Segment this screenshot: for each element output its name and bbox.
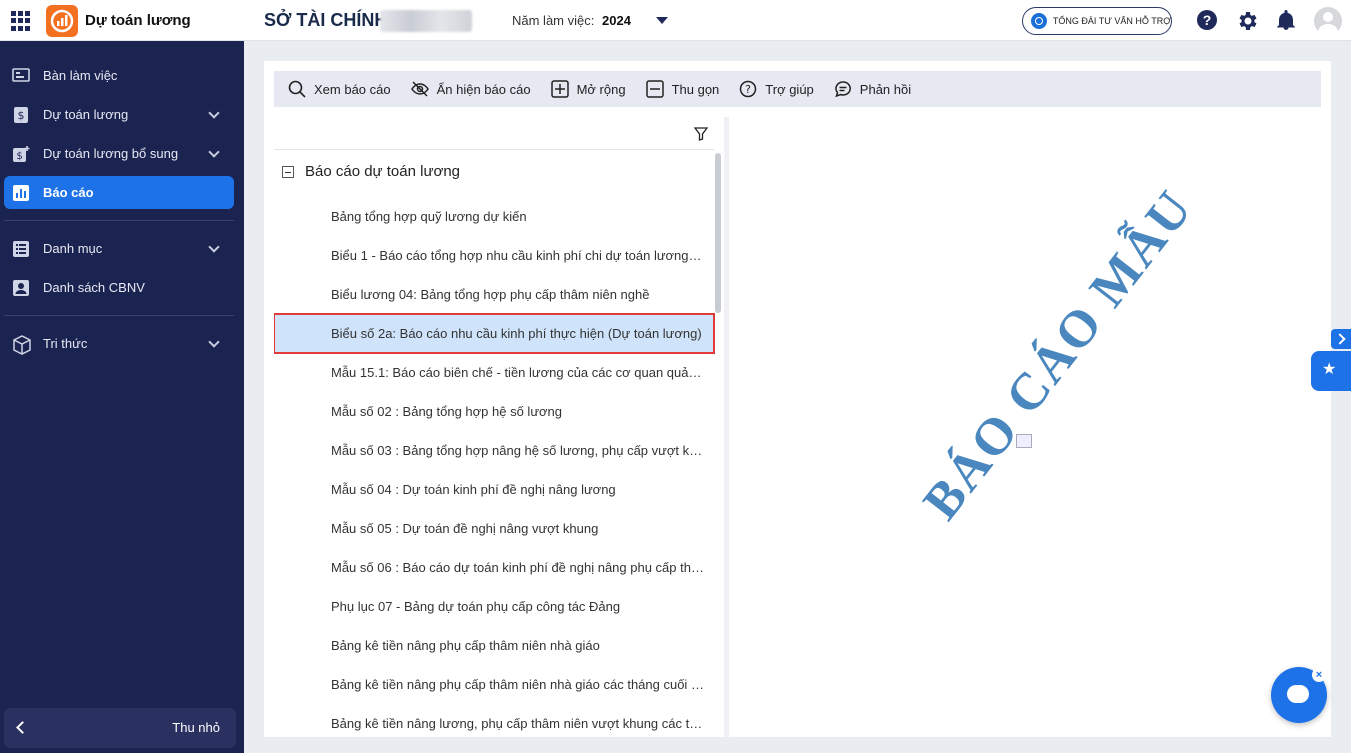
tree-item[interactable]: Mẫu 15.1: Báo cáo biên chế - tiền lương … <box>274 353 714 392</box>
plus-box-icon <box>550 80 569 98</box>
toggle-report-button[interactable]: Ẩn hiện báo cáo <box>410 80 531 98</box>
bell-icon[interactable] <box>1277 10 1295 30</box>
report-toolbar: Xem báo cáo Ẩn hiện báo cáo Mở rộng Thu … <box>274 71 1321 107</box>
tree-item[interactable]: Biểu 1 - Báo cáo tổng hợp nhu cầu kinh p… <box>274 236 714 275</box>
tree-item[interactable]: Mẫu số 02 : Bảng tổng hợp hệ số lương <box>274 392 714 431</box>
report-tree: Báo cáo dự toán lương Bảng tổng hợp quỹ … <box>274 117 729 737</box>
sidebar: Bàn làm việc $ Dự toán lương $ Dự toán l… <box>0 41 244 753</box>
sidebar-item-label: Tri thức <box>43 336 88 351</box>
question-circle-icon: ? <box>739 80 757 98</box>
year-value[interactable]: 2024 <box>602 13 631 28</box>
collapse-label: Thu nhỏ <box>172 720 220 735</box>
chevron-left-icon <box>16 721 29 734</box>
sidebar-item-label: Danh sách CBNV <box>43 280 145 295</box>
tree-item[interactable]: Bảng kê tiền nâng lương, phụ cấp thâm ni… <box>274 704 714 737</box>
org-title: SỞ TÀI CHÍNH <box>264 10 388 30</box>
app-grid-icon[interactable] <box>11 11 31 31</box>
tree-group-du-toan-luong[interactable]: Báo cáo dự toán lương <box>282 163 460 180</box>
person-card-icon <box>12 279 30 297</box>
dashboard-icon <box>12 67 30 85</box>
sidebar-item-label: Dự toán lương <box>43 107 129 122</box>
collapse-label: Thu gọn <box>671 81 720 97</box>
svg-text:?: ? <box>745 83 751 96</box>
sidebar-collapse-button[interactable]: Thu nhỏ <box>4 708 236 748</box>
sidebar-divider <box>4 315 234 316</box>
tree-item[interactable]: Phụ lục 07 - Bảng dự toán phụ cấp công t… <box>274 587 714 626</box>
sidebar-item-label: Báo cáo <box>43 185 94 200</box>
sidebar-item-danh-sach-cbnv[interactable]: Danh sách CBNV <box>4 271 234 304</box>
sidebar-item-label: Bàn làm việc <box>43 68 118 83</box>
tree-item[interactable]: Mẫu số 06 : Báo cáo dự toán kinh phí đề … <box>274 548 714 587</box>
comment-icon <box>834 80 852 98</box>
chevron-down-icon <box>208 146 220 158</box>
view-report-button[interactable]: Xem báo cáo <box>288 80 391 98</box>
year-label: Năm làm việc: <box>512 13 595 28</box>
eye-off-icon <box>410 80 429 98</box>
salary-plus-icon: $ <box>12 145 30 163</box>
sidebar-divider <box>4 220 234 221</box>
scrollbar-thumb[interactable] <box>715 153 721 313</box>
view-report-label: Xem báo cáo <box>314 81 391 97</box>
sidebar-item-label: Danh mục <box>43 241 103 256</box>
feedback-button[interactable]: Phản hồi <box>834 80 911 98</box>
side-feedback-icon[interactable] <box>1311 351 1351 391</box>
svg-text:$: $ <box>18 109 25 122</box>
sidebar-item-du-toan-luong-bo-sung[interactable]: $ Dự toán lương bổ sung <box>4 137 234 170</box>
minus-box-icon <box>645 80 664 98</box>
sidebar-item-tri-thuc[interactable]: Tri thức <box>4 327 234 360</box>
feedback-label: Phản hồi <box>859 81 912 97</box>
help-icon[interactable]: ? <box>1197 10 1217 30</box>
sample-report-watermark: BÁO CÁO MẪU <box>912 179 1205 531</box>
chat-close-icon[interactable]: × <box>1312 668 1326 682</box>
search-icon <box>288 80 306 98</box>
expand-label: Mở rộng <box>576 81 626 97</box>
tree-item[interactable]: Mẫu số 03 : Bảng tổng hợp nâng hệ số lươ… <box>274 431 714 470</box>
report-preview: BÁO CÁO MẪU <box>734 117 1331 737</box>
tree-item[interactable]: Bảng tổng hợp quỹ lương dự kiến <box>274 197 714 236</box>
side-expand-arrow-icon[interactable] <box>1331 329 1351 349</box>
sidebar-item-du-toan-luong[interactable]: $ Dự toán lương <box>4 98 234 131</box>
app-logo <box>46 5 78 37</box>
list-icon <box>12 240 30 258</box>
collapse-toggle-icon[interactable] <box>282 165 294 178</box>
help-label: Trợ giúp <box>765 81 814 97</box>
filter-icon[interactable] <box>693 127 709 141</box>
year-dropdown-caret-icon[interactable] <box>656 17 668 24</box>
tree-item[interactable]: Bảng kê tiền nâng phụ cấp thâm niên nhà … <box>274 626 714 665</box>
chevron-down-icon <box>208 336 220 348</box>
chart-icon <box>12 184 30 202</box>
help-button[interactable]: ? Trợ giúp <box>739 80 814 98</box>
hotline-button[interactable]: TỔNG ĐÀI TƯ VẤN HỖ TRỢ <box>1022 7 1172 35</box>
salary-icon: $ <box>12 106 30 124</box>
sidebar-item-bao-cao[interactable]: Báo cáo <box>4 176 234 209</box>
hotline-label: TỔNG ĐÀI TƯ VẤN HỖ TRỢ <box>1052 16 1171 26</box>
sidebar-item-ban-lam-viec[interactable]: Bàn làm việc <box>4 59 234 92</box>
top-header: Dự toán lương SỞ TÀI CHÍNH Năm làm việc:… <box>0 0 1351 41</box>
avatar[interactable] <box>1314 7 1342 35</box>
sidebar-item-label: Dự toán lương bổ sung <box>43 146 179 161</box>
chevron-down-icon <box>208 241 220 253</box>
scrollbar-track[interactable] <box>724 117 729 737</box>
tree-item[interactable]: Mẫu số 04 : Dự toán kinh phí đề nghị nân… <box>274 470 714 509</box>
filter-divider <box>274 149 714 150</box>
collapse-button[interactable]: Thu gọn <box>645 80 720 98</box>
tree-group-label: Báo cáo dự toán lương <box>305 163 461 180</box>
report-panel: Xem báo cáo Ẩn hiện báo cáo Mở rộng Thu … <box>264 61 1331 737</box>
org-name-redacted <box>380 10 472 32</box>
phone-icon <box>1031 13 1047 29</box>
tree-item[interactable]: Biểu lương 04: Bảng tổng hợp phụ cấp thâ… <box>274 275 714 314</box>
broken-image-icon <box>1016 434 1032 448</box>
app-title: Dự toán lương <box>85 12 191 29</box>
tree-item[interactable]: Biểu số 2a: Báo cáo nhu cầu kinh phí thự… <box>274 313 715 354</box>
sidebar-item-danh-muc[interactable]: Danh mục <box>4 232 234 265</box>
tree-item[interactable]: Bảng kê tiền nâng phụ cấp thâm niên nhà … <box>274 665 714 704</box>
cube-icon <box>12 334 31 355</box>
gear-icon[interactable] <box>1235 9 1259 33</box>
toggle-report-label: Ẩn hiện báo cáo <box>436 81 531 97</box>
expand-button[interactable]: Mở rộng <box>550 80 626 98</box>
svg-text:$: $ <box>16 151 22 162</box>
chevron-down-icon <box>208 107 220 119</box>
tree-item[interactable]: Mẫu số 05 : Dự toán đề nghị nâng vượt kh… <box>274 509 714 548</box>
